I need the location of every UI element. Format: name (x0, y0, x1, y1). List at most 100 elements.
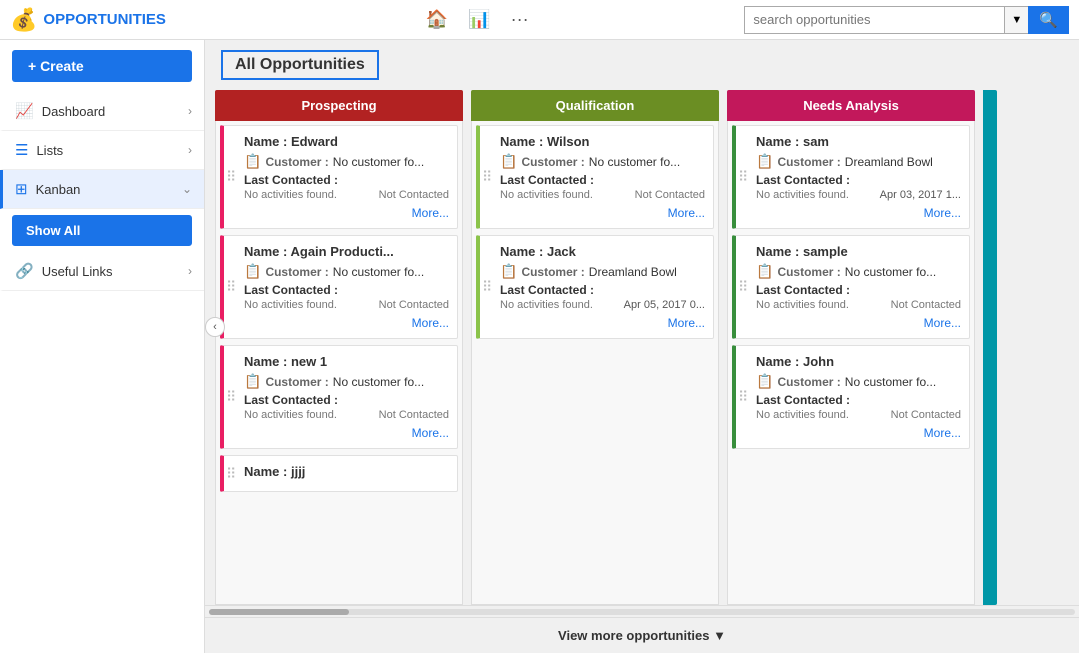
last-contacted-label: Last Contacted : (244, 393, 449, 407)
card-activity: No activities found.Not Contacted (500, 189, 705, 201)
sidebar-item-dashboard[interactable]: 📈 Dashboard › (0, 92, 204, 131)
table-row[interactable]: ⠿ Name : Wilson 📋 Customer : No customer… (476, 125, 714, 229)
sidebar-item-lists-label: Lists (36, 143, 63, 158)
card-customer-field: 📋 Customer : No customer fo... (244, 153, 449, 170)
search-button[interactable]: 🔍 (1028, 6, 1069, 34)
last-contacted-label: Last Contacted : (500, 283, 705, 297)
card-status: Not Contacted (379, 409, 449, 421)
col-header-qualification: Qualification (471, 90, 719, 121)
sidebar: + Create 📈 Dashboard › ☰ Lists › ⊞ Kanba… (0, 40, 205, 653)
card-more-link[interactable]: More... (924, 206, 961, 220)
drag-handle-icon[interactable]: ⠿ (226, 169, 236, 186)
kanban-scrollbar[interactable] (205, 605, 1079, 617)
view-more-bar[interactable]: View more opportunities ▼ (205, 617, 1079, 653)
kanban-col-qualification: Qualification ⠿ Name : Wilson 📋 Customer … (471, 90, 719, 605)
table-row[interactable]: ⠿ Name : new 1 📋 Customer : No customer … (220, 345, 458, 449)
table-row[interactable]: ⠿ Name : sam 📋 Customer : Dreamland Bowl… (732, 125, 970, 229)
card-name: Name : Wilson (500, 134, 705, 149)
card-status: Not Contacted (379, 189, 449, 201)
table-row[interactable]: ⠿ Name : John 📋 Customer : No customer f… (732, 345, 970, 449)
sidebar-item-dashboard-label: Dashboard (42, 104, 106, 119)
customer-doc-icon: 📋 (756, 153, 773, 170)
card-activity: No activities found.Not Contacted (244, 299, 449, 311)
last-contacted-label: Last Contacted : (244, 173, 449, 187)
card-date: Apr 03, 2017 1... (880, 189, 961, 201)
show-all-button[interactable]: Show All (12, 215, 192, 246)
customer-doc-icon: 📋 (756, 263, 773, 280)
card-customer-field: 📋 Customer : No customer fo... (244, 373, 449, 390)
drag-handle-icon[interactable]: ⠿ (738, 169, 748, 186)
main-layout: + Create 📈 Dashboard › ☰ Lists › ⊞ Kanba… (0, 40, 1079, 653)
card-more-link[interactable]: More... (924, 316, 961, 330)
create-button[interactable]: + Create (12, 50, 192, 82)
sidebar-item-lists[interactable]: ☰ Lists › (0, 131, 204, 170)
drag-handle-icon[interactable]: ⠿ (738, 389, 748, 406)
card-more-link[interactable]: More... (924, 426, 961, 440)
drag-handle-icon[interactable]: ⠿ (226, 279, 236, 296)
search-dropdown-button[interactable]: ▼ (1004, 6, 1028, 34)
sidebar-collapse-toggle[interactable]: ‹ (205, 317, 225, 337)
customer-doc-icon: 📋 (500, 263, 517, 280)
drag-handle-icon[interactable]: ⠿ (482, 169, 492, 186)
logo-icon: 💰 (10, 7, 37, 33)
content-header: All Opportunities (205, 40, 1079, 90)
card-name: Name : Edward (244, 134, 449, 149)
col-header-prospecting: Prospecting (215, 90, 463, 121)
sidebar-item-kanban-label: Kanban (36, 182, 81, 197)
customer-doc-icon: 📋 (244, 373, 261, 390)
card-more-link[interactable]: More... (412, 316, 449, 330)
chart-button[interactable]: 📊 (460, 5, 498, 34)
card-activity: No activities found.Not Contacted (244, 409, 449, 421)
more-button[interactable]: ··· (503, 5, 537, 34)
card-name: Name : Jack (500, 244, 705, 259)
app-title: OPPORTUNITIES (43, 11, 166, 28)
lists-chevron-icon: › (188, 143, 192, 157)
kanban-col-needs-analysis: Needs Analysis⠿ Name : sam 📋 Customer : … (727, 90, 975, 605)
table-row[interactable]: ⠿ Name : Jack 📋 Customer : Dreamland Bow… (476, 235, 714, 339)
kanban-icon: ⊞ (15, 180, 28, 198)
drag-handle-icon[interactable]: ⠿ (226, 465, 236, 482)
drag-handle-icon[interactable]: ⠿ (738, 279, 748, 296)
card-more-link[interactable]: More... (668, 316, 705, 330)
lists-icon: ☰ (15, 141, 28, 159)
top-nav-center: 🏠 📊 ··· (210, 5, 744, 34)
card-more-link[interactable]: More... (668, 206, 705, 220)
table-row[interactable]: ⠿ Name : sample 📋 Customer : No customer… (732, 235, 970, 339)
card-name: Name : sam (756, 134, 961, 149)
last-contacted-label: Last Contacted : (756, 393, 961, 407)
drag-handle-icon[interactable]: ⠿ (226, 389, 236, 406)
card-activity: No activities found.Apr 03, 2017 1... (756, 189, 961, 201)
card-customer-field: 📋 Customer : Dreamland Bowl (756, 153, 961, 170)
card-more-link[interactable]: More... (412, 206, 449, 220)
useful-links-chevron-icon: › (188, 264, 192, 278)
search-input[interactable] (744, 6, 1004, 34)
last-contacted-label: Last Contacted : (756, 173, 961, 187)
home-button[interactable]: 🏠 (418, 5, 456, 34)
col-body-needs-analysis[interactable]: ⠿ Name : sam 📋 Customer : Dreamland Bowl… (727, 121, 975, 605)
customer-doc-icon: 📋 (500, 153, 517, 170)
card-customer-field: 📋 Customer : No customer fo... (756, 263, 961, 280)
top-nav: 💰 OPPORTUNITIES 🏠 📊 ··· ▼ 🔍 (0, 0, 1079, 40)
sidebar-item-useful-links[interactable]: 🔗 Useful Links › (0, 252, 204, 291)
card-activity: No activities found.Not Contacted (756, 299, 961, 311)
card-customer-field: 📋 Customer : No customer fo... (500, 153, 705, 170)
card-customer-field: 📋 Customer : No customer fo... (756, 373, 961, 390)
card-status: Not Contacted (635, 189, 705, 201)
kanban-col-prospecting: Prospecting ⠿ Name : Edward 📋 Customer : … (215, 90, 463, 605)
sidebar-item-kanban[interactable]: ⊞ Kanban ⌄ (0, 170, 204, 209)
card-name: Name : Again Producti... (244, 244, 449, 259)
last-contacted-label: Last Contacted : (244, 283, 449, 297)
kanban-chevron-icon: ⌄ (182, 182, 192, 196)
drag-handle-icon[interactable]: ⠿ (482, 279, 492, 296)
table-row[interactable]: ⠿ Name : jjjj (220, 455, 458, 492)
card-status: Not Contacted (379, 299, 449, 311)
table-row[interactable]: ⠿ Name : Again Producti... 📋 Customer : … (220, 235, 458, 339)
kanban-area[interactable]: Prospecting ⠿ Name : Edward 📋 Customer : … (205, 90, 1079, 605)
col-body-qualification[interactable]: ⠿ Name : Wilson 📋 Customer : No customer… (471, 121, 719, 605)
card-name: Name : jjjj (244, 464, 449, 479)
content-area: All Opportunities Prospecting ⠿ Name : Ed… (205, 40, 1079, 653)
card-customer-field: 📋 Customer : No customer fo... (244, 263, 449, 280)
table-row[interactable]: ⠿ Name : Edward 📋 Customer : No customer… (220, 125, 458, 229)
card-more-link[interactable]: More... (412, 426, 449, 440)
col-body-prospecting[interactable]: ⠿ Name : Edward 📋 Customer : No customer… (215, 121, 463, 605)
